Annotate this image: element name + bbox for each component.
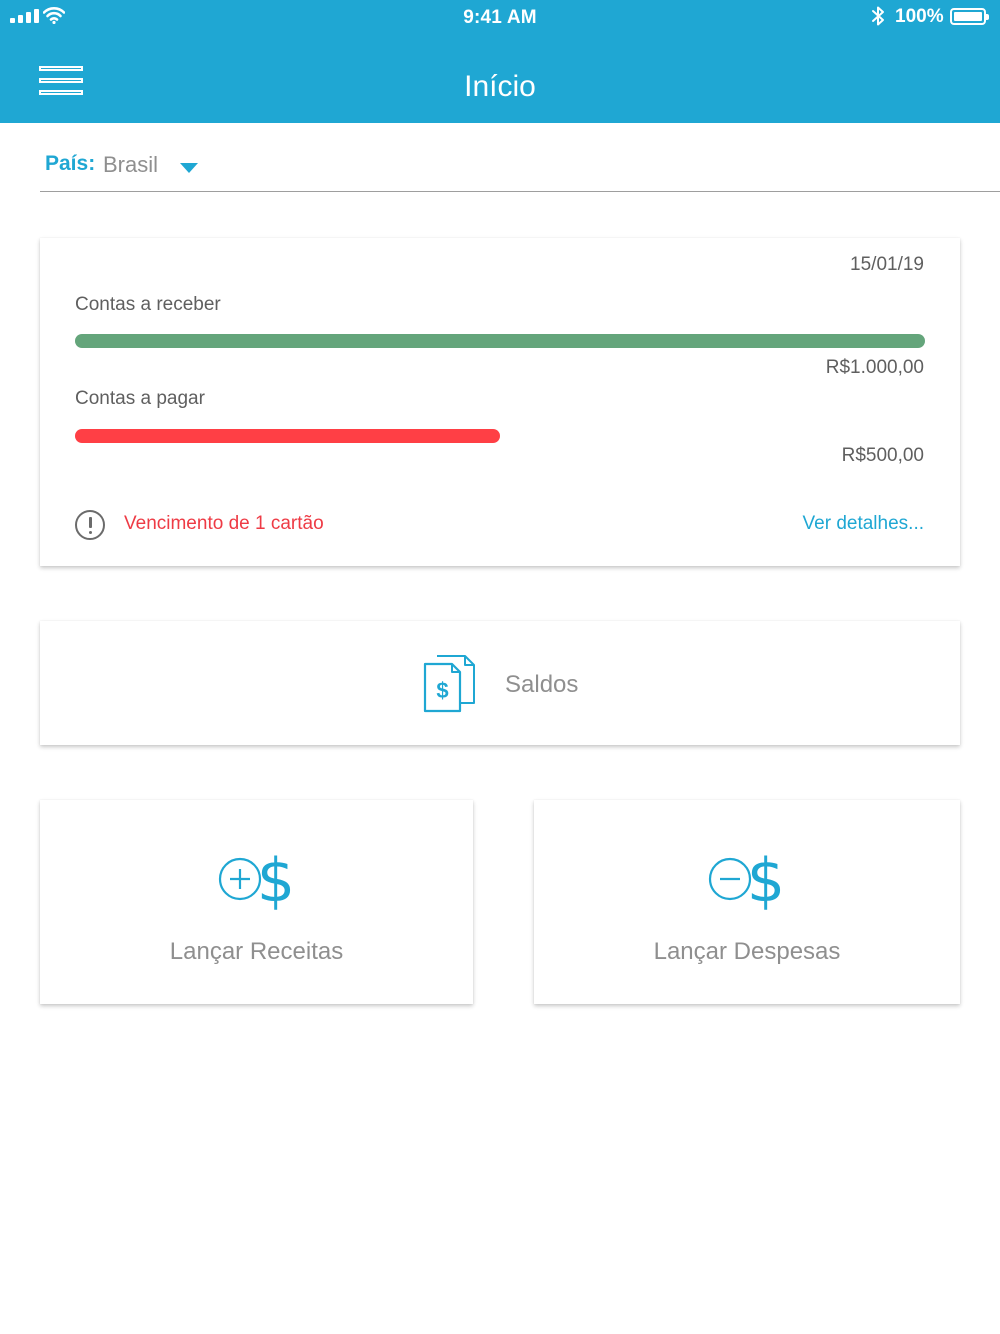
svg-text:$: $ [256,846,294,910]
battery-icon [950,8,989,25]
chevron-down-icon [180,163,198,173]
saldos-button[interactable]: $ Saldos [40,621,960,745]
svg-text:$: $ [747,846,785,910]
add-income-label: Lançar Receitas [169,938,344,965]
saldos-label: Saldos [505,671,579,698]
payable-bar [75,429,925,443]
battery-percentage: 100% [895,6,944,27]
receivable-bar [75,334,925,348]
svg-text:$: $ [436,678,448,703]
payable-label: Contas a pagar [75,388,205,409]
minus-dollar-icon: $ [708,846,785,910]
country-select[interactable]: País: Brasil [40,140,1000,192]
add-expense-button[interactable]: $ Lançar Despesas [534,800,960,1004]
alert-circle-icon [75,510,105,540]
summary-date: 15/01/19 [850,254,924,275]
status-bar: 9:41 AM 100% [0,0,1000,36]
page-title: Início [464,70,536,103]
payable-bar-fill [75,429,500,443]
receivable-bar-fill [75,334,925,348]
app-header: 9:41 AM 100% Início [0,0,1000,123]
receivable-amount: R$1.000,00 [825,357,924,378]
document-dollar-icon: $ [423,655,475,713]
plus-dollar-icon: $ [218,846,295,910]
view-details-link[interactable]: Ver detalhes... [803,513,924,535]
receivable-label: Contas a receber [75,294,221,315]
alert-text: Vencimento de 1 cartão [124,513,324,534]
add-expense-label: Lançar Despesas [653,938,841,965]
summary-card: 15/01/19 Contas a receber R$1.000,00 Con… [40,238,960,566]
bluetooth-icon [872,6,884,26]
country-select-label: País: [45,152,96,175]
add-income-button[interactable]: $ Lançar Receitas [40,800,473,1004]
country-select-value: Brasil [103,152,159,177]
payable-amount: R$500,00 [841,445,924,466]
status-time: 9:41 AM [463,7,537,28]
